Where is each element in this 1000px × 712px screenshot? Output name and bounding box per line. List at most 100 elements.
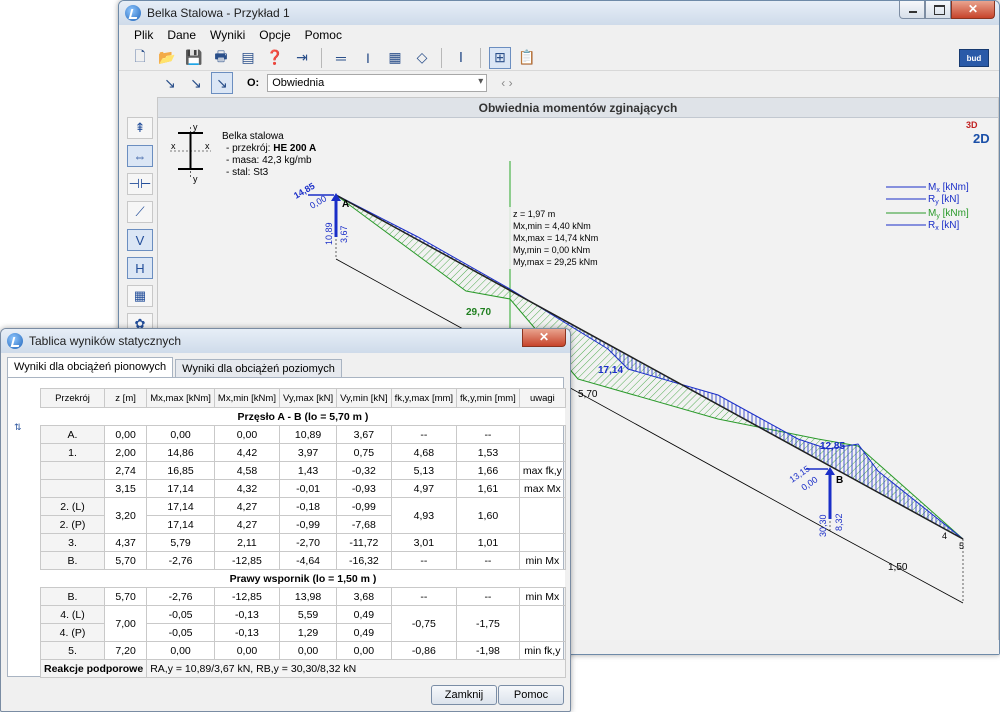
cell: 1,43 bbox=[278, 461, 338, 480]
print-preview-icon[interactable]: ▤ bbox=[237, 47, 259, 69]
cell: 3,20 bbox=[103, 497, 148, 534]
toolbar-separator bbox=[321, 47, 322, 68]
col-header: uwagi bbox=[518, 388, 566, 408]
main-titlebar[interactable]: Belka Stalowa - Przykład 1 bbox=[119, 1, 999, 25]
cell: -- bbox=[390, 425, 458, 444]
exit-icon[interactable]: ⇥ bbox=[291, 47, 313, 69]
moment-k-icon[interactable]: ↘ bbox=[185, 72, 207, 94]
cell: 2. (L) bbox=[40, 497, 105, 516]
cell: 1,01 bbox=[456, 533, 520, 552]
legend-mx: Mx [kNm] bbox=[928, 182, 969, 194]
new-file-icon[interactable]: 🗋 bbox=[129, 47, 151, 69]
tab-vertical-loads[interactable]: Wyniki dla obciążeń pionowych bbox=[7, 357, 174, 377]
diagram-icon[interactable]: ⊞ bbox=[489, 46, 511, 69]
cell: 3. bbox=[40, 533, 105, 552]
load-icon[interactable]: ▦ bbox=[384, 47, 406, 69]
table-row: 2,74 16,85 4,58 1,43 -0,32 5,13 1,66 max fk,y bbox=[40, 461, 566, 480]
cell: 4,37 bbox=[103, 533, 148, 552]
cell: -4,64 bbox=[278, 551, 338, 570]
a-rx-label: 14,85 bbox=[292, 181, 317, 201]
cell: -0,13 bbox=[213, 623, 280, 642]
b-ry-label: 30,30 bbox=[818, 514, 828, 537]
moment-p-icon[interactable]: ↘ bbox=[159, 72, 181, 94]
legend: Mx [kNm] Ry [kN] My [kNm] Rx [kN] bbox=[886, 182, 969, 232]
cell: 17,14 bbox=[146, 515, 215, 534]
secondary-toolbar: ↘ ↘ ↘ O: Obwiednia ‹ › bbox=[119, 71, 999, 95]
cell: 3,01 bbox=[390, 533, 458, 552]
cell: 3,67 bbox=[336, 425, 392, 444]
cell: 16,85 bbox=[146, 461, 215, 480]
cell: -16,32 bbox=[336, 551, 392, 570]
cell: 4,97 bbox=[390, 479, 458, 498]
horizontal-load-icon[interactable]: H bbox=[127, 257, 153, 279]
beam-icon[interactable]: ═ bbox=[330, 47, 352, 69]
table-row: 4. (L) 7,00 -0,05 -0,13 5,59 0,49 -0,75 -1,7… bbox=[40, 605, 566, 642]
cell bbox=[40, 461, 105, 480]
menu-opcje[interactable]: Opcje bbox=[252, 25, 297, 45]
close-button[interactable] bbox=[951, 1, 995, 19]
b-ry2-label: 8,32 bbox=[834, 513, 844, 531]
vertical-load-icon[interactable]: V bbox=[127, 229, 153, 251]
cell: 7,20 bbox=[103, 641, 148, 660]
table-icon[interactable]: ▦ bbox=[127, 285, 153, 307]
cell: -2,70 bbox=[278, 533, 338, 552]
cell: max Mx bbox=[518, 479, 566, 498]
nav-arrows-icon[interactable]: ‹ › bbox=[501, 76, 512, 90]
col-header: Przekrój bbox=[40, 388, 105, 408]
table-row: 2. (L) 3,20 17,14 4,27 -0,18 -0,99 4,93 1,60 bbox=[40, 497, 566, 534]
cell: 0,00 bbox=[336, 641, 392, 660]
open-folder-icon[interactable]: 📂 bbox=[156, 47, 178, 69]
moment-o-icon[interactable]: ↘ bbox=[211, 72, 233, 94]
cell: 4,58 bbox=[213, 461, 280, 480]
row-height-icon[interactable]: ⇅ bbox=[14, 422, 22, 433]
cell: 4,27 bbox=[213, 497, 280, 516]
mx-mid-label: 17,14 bbox=[598, 365, 623, 376]
help-icon[interactable]: ❓ bbox=[264, 47, 286, 69]
dialog-title: Tablica wyników statycznych bbox=[29, 334, 182, 348]
section-icon[interactable]: I bbox=[357, 47, 379, 69]
cell: 4,27 bbox=[213, 515, 280, 534]
menu-pomoc[interactable]: Pomoc bbox=[298, 25, 349, 45]
align-top-icon[interactable]: ⇞ bbox=[127, 117, 153, 139]
table-row: B. 5,70 -2,76 -12,85 -4,64 -16,32 -- -- min Mx bbox=[40, 551, 566, 570]
menu-dane[interactable]: Dane bbox=[160, 25, 203, 45]
cell bbox=[40, 479, 105, 498]
print-icon[interactable]: 🖶 bbox=[210, 47, 232, 69]
dialog-close-button[interactable] bbox=[522, 329, 566, 347]
span-icon[interactable]: ⊣⊢ bbox=[127, 173, 153, 195]
cell: -0,75 bbox=[390, 605, 458, 642]
cell: 0,00 bbox=[146, 641, 215, 660]
clipboard-icon[interactable]: 📋 bbox=[516, 47, 538, 69]
cell: -- bbox=[456, 587, 520, 606]
minimize-button[interactable] bbox=[899, 1, 925, 19]
cell: -0,99 bbox=[336, 497, 392, 516]
cell: 4,93 bbox=[390, 497, 458, 534]
cell: 0,00 bbox=[146, 425, 215, 444]
swap-icon[interactable]: ⇔ bbox=[127, 145, 153, 167]
dialog-titlebar[interactable]: Tablica wyników statycznych bbox=[1, 329, 570, 353]
view-3d-toggle[interactable]: 3D bbox=[966, 120, 978, 130]
axis-x-label: x bbox=[171, 141, 176, 151]
toolbar-separator bbox=[441, 47, 442, 68]
col-header: Mx,min [kNm] bbox=[213, 388, 280, 408]
beam-tool-icon[interactable]: ⟋ bbox=[127, 201, 153, 223]
menu-plik[interactable]: Plik bbox=[127, 25, 160, 45]
cell: -0,32 bbox=[336, 461, 392, 480]
steel-section-icon[interactable]: Ⅰ bbox=[450, 47, 472, 69]
cell: 5,70 bbox=[103, 587, 148, 606]
cell: 1. bbox=[40, 443, 105, 462]
cursor-info-line: My,max = 29,25 kNm bbox=[513, 257, 598, 267]
save-icon[interactable]: 💾 bbox=[183, 47, 205, 69]
cell: 7,00 bbox=[103, 605, 148, 642]
help-dialog-button[interactable]: Pomoc bbox=[498, 685, 564, 705]
load-case-select[interactable]: Obwiednia bbox=[267, 74, 488, 92]
combo-label: O: bbox=[247, 77, 260, 89]
close-dialog-button[interactable]: Zamknij bbox=[431, 685, 497, 705]
tab-horizontal-loads[interactable]: Wyniki dla obciążeń poziomych bbox=[175, 359, 342, 377]
cell: 5,13 bbox=[390, 461, 458, 480]
maximize-button[interactable] bbox=[925, 1, 951, 19]
menu-wyniki[interactable]: Wyniki bbox=[203, 25, 252, 45]
view-2d-toggle[interactable]: 2D bbox=[973, 131, 990, 146]
legend-ry: Ry [kN] bbox=[928, 194, 960, 206]
eraser-icon[interactable]: ◇ bbox=[411, 47, 433, 69]
